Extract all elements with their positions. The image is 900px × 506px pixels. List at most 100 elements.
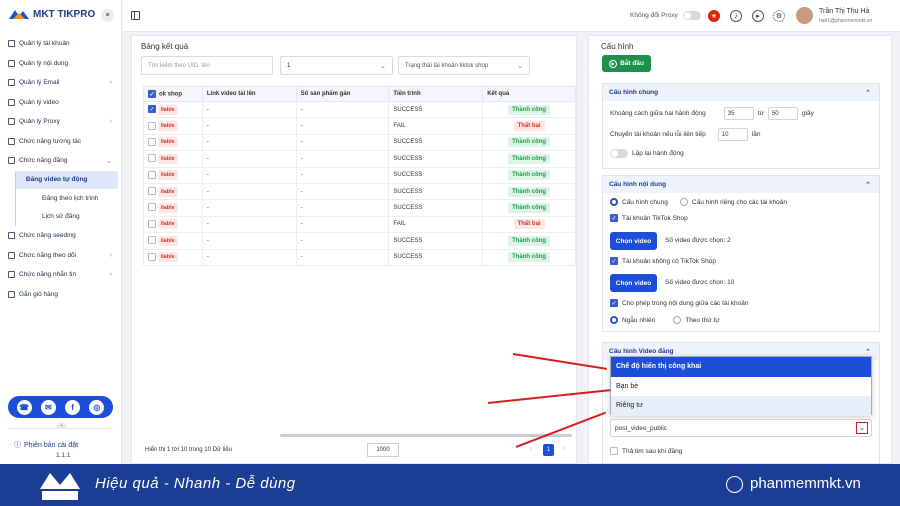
page-select[interactable]: 1 ⌄	[280, 56, 393, 75]
col-count[interactable]: Số sản phẩm gán	[295, 86, 390, 102]
col-shop[interactable]: ✓ ok shop	[143, 86, 203, 102]
row-checkbox[interactable]	[148, 170, 156, 179]
menu-item-icon	[8, 157, 15, 165]
sidebar-item-a6[interactable]: Chức năng đăng ⌄	[0, 151, 122, 171]
option-private[interactable]: Riêng tư	[611, 396, 871, 416]
row-checkbox[interactable]	[148, 187, 156, 196]
avatar[interactable]	[796, 7, 813, 24]
choose-video-button-2[interactable]: Chọn video	[610, 274, 657, 292]
option-public[interactable]: Chế độ hiển thị công khai	[611, 357, 871, 377]
row-checkbox[interactable]: ✓	[148, 105, 156, 114]
delay-from-input[interactable]: 35	[723, 107, 754, 120]
row-checkbox[interactable]	[148, 121, 156, 130]
horizontal-scrollbar[interactable]	[280, 434, 572, 437]
cell-progress: SUCCESS	[388, 166, 484, 184]
sidebar: MKT TIKPRO ≡ Quản lý tài khoản Quản lý nộ…	[0, 0, 122, 464]
result-badge: Thành công	[508, 252, 551, 263]
to-label: từ	[757, 110, 764, 117]
table-row[interactable]: ilable - - SUCCESS Thành công	[143, 166, 576, 184]
table-row[interactable]: ✓ ilable - - SUCCESS Thành công	[143, 100, 576, 119]
cell-count: -	[295, 248, 390, 266]
table-row[interactable]: ilable - - SUCCESS Thành công	[143, 182, 576, 201]
chevron-icon: ›	[109, 79, 112, 87]
flag-vn-icon[interactable]: ★	[708, 10, 720, 22]
sidebar-item-b0[interactable]: Chức năng seeding	[0, 226, 122, 246]
sidebar-item-b2[interactable]: Chức năng nhắn tin ›	[0, 265, 122, 285]
sidebar-item-a3[interactable]: Quản lý video	[0, 93, 122, 113]
table-row[interactable]: ilable - - SUCCESS Thành công	[143, 150, 576, 168]
start-button[interactable]: ▶ Bắt đầu	[602, 55, 651, 72]
visibility-select[interactable]: post_video_public	[610, 419, 872, 437]
radio-ordered[interactable]	[673, 316, 682, 324]
sidebar-subitem-0[interactable]: Đăng video tự động	[15, 170, 118, 189]
delay-to-input[interactable]: 50	[767, 107, 798, 120]
search-input[interactable]: Tìm kiếm theo UID, tên	[141, 56, 273, 75]
col-link[interactable]: Link video tải lên	[201, 86, 297, 102]
repeat-toggle[interactable]	[610, 149, 628, 158]
cell-progress: SUCCESS	[388, 150, 484, 168]
choose-video-button-1[interactable]: Chọn video	[610, 232, 657, 250]
footer-website[interactable]: phanmemmkt.vn	[750, 475, 861, 492]
sidebar-item-a4[interactable]: Quản lý Proxy ›	[0, 112, 122, 132]
messenger-icon[interactable]: ✉	[40, 399, 56, 415]
shop-account-checkbox[interactable]: ✓	[610, 214, 618, 222]
pagination-info: Hiển thị 1 tới 10 trong 10 Dữ liệu	[145, 447, 232, 453]
row-checkbox[interactable]	[148, 219, 156, 228]
allow-dup-checkbox[interactable]: ✓	[610, 299, 618, 307]
chevron-down-icon[interactable]: ⌄	[856, 422, 868, 434]
select-all-checkbox[interactable]: ✓	[148, 90, 156, 98]
sidebar-item-label: Quản lý nội dung	[19, 59, 69, 67]
row-checkbox[interactable]	[148, 252, 156, 261]
cell-count: -	[295, 150, 390, 168]
row-checkbox[interactable]	[148, 203, 156, 212]
option-friends[interactable]: Bạn bè	[611, 377, 871, 397]
col-result[interactable]: Kết quả	[482, 86, 576, 102]
proxy-toggle[interactable]	[683, 11, 701, 20]
bell-icon[interactable]: ♪	[730, 10, 742, 22]
app-logo[interactable]: MKT TIKPRO	[8, 8, 95, 20]
table-row[interactable]: ilable - - SUCCESS Thành công	[143, 232, 576, 250]
table-row[interactable]: ilable - - FAIL Thất bại	[143, 117, 576, 135]
no-shop-account-checkbox[interactable]: ✓	[610, 257, 618, 265]
page-size-input[interactable]: 1000	[367, 443, 399, 457]
gear-icon[interactable]: ⚙	[773, 10, 785, 22]
row-checkbox[interactable]	[148, 154, 156, 163]
table-row[interactable]: ilable - - FAIL Thất bại	[143, 215, 576, 234]
cell-shop: ✓ ilable	[143, 100, 203, 119]
sidebar-item-a0[interactable]: Quản lý tài khoản	[0, 34, 122, 54]
sidebar-item-a2[interactable]: Quản lý Email ›	[0, 73, 122, 93]
chevron-down-icon: ⌄	[380, 62, 386, 70]
sidebar-item-a5[interactable]: Chức năng tương tác	[0, 132, 122, 152]
cell-result: Thất bại	[482, 215, 576, 234]
menu-item-icon	[8, 59, 15, 67]
play-icon[interactable]: ▸	[752, 10, 764, 22]
row-checkbox[interactable]	[148, 236, 156, 245]
general-config-header[interactable]: Cấu hình chung ⌃	[603, 84, 879, 101]
prev-page-button[interactable]: ‹	[530, 446, 532, 452]
switch-count-input[interactable]: 10	[717, 128, 748, 141]
radio-per-account[interactable]	[679, 198, 688, 206]
sidebar-item-a1[interactable]: Quản lý nội dung	[0, 54, 122, 74]
table-row[interactable]: ilable - - SUCCESS Thành công	[143, 248, 576, 266]
like-after-checkbox[interactable]	[610, 447, 618, 455]
radio-random[interactable]	[610, 316, 618, 324]
table-row[interactable]: ilable - - SUCCESS Thành công	[143, 199, 576, 217]
sidebar-toggle-icon[interactable]	[131, 11, 140, 20]
radio-general[interactable]	[610, 198, 618, 206]
next-page-button[interactable]: ›	[563, 446, 565, 452]
menu-item-icon	[8, 137, 15, 145]
sidebar-subitem-1[interactable]: Đăng theo lịch trình	[15, 189, 122, 208]
content-config-header[interactable]: Cấu hình nội dung ⌃	[603, 176, 879, 193]
sidebar-item-b1[interactable]: Chức năng theo dõi ›	[0, 246, 122, 266]
page-1-button[interactable]: 1	[543, 444, 554, 456]
support-icon[interactable]: ☎	[16, 399, 32, 415]
menu-toggle-icon[interactable]: ≡	[101, 9, 114, 22]
status-select[interactable]: Trạng thái tài khoản tiktok shop ⌄	[398, 56, 530, 75]
row-checkbox[interactable]	[148, 137, 156, 146]
sidebar-subitem-2[interactable]: Lịch sử đăng	[15, 207, 122, 226]
globe-icon[interactable]: ◎	[89, 399, 105, 415]
facebook-icon[interactable]: f	[65, 399, 81, 415]
col-progress[interactable]: Tiến trình	[388, 86, 484, 102]
table-row[interactable]: ilable - - SUCCESS Thành công	[143, 133, 576, 152]
sidebar-item-b3[interactable]: Gắn giỏ hàng	[0, 285, 122, 305]
